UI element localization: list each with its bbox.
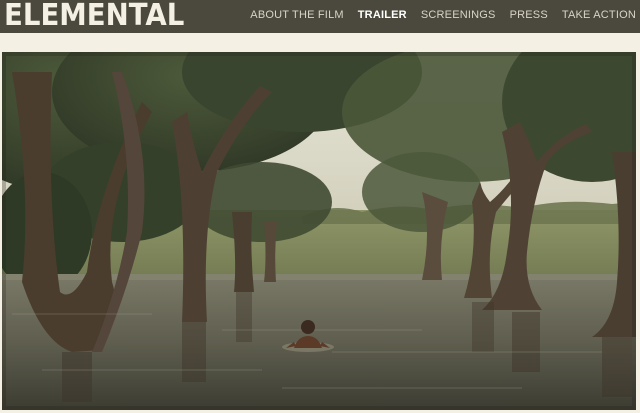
nav-take-action[interactable]: TAKE ACTION — [562, 9, 636, 21]
main-nav: ABOUT THE FILM TRAILER SCREENINGS PRESS … — [250, 0, 636, 29]
trailer-video-still[interactable] — [2, 52, 636, 410]
flooded-forest-image — [2, 52, 636, 410]
site-logo[interactable]: ELEMENTAL — [4, 0, 184, 34]
header-spacer — [0, 33, 640, 51]
nav-about-the-film[interactable]: ABOUT THE FILM — [250, 9, 343, 21]
header-bar: ELEMENTAL ABOUT THE FILM TRAILER SCREENI… — [0, 0, 640, 33]
page: ELEMENTAL ABOUT THE FILM TRAILER SCREENI… — [0, 0, 640, 413]
nav-screenings[interactable]: SCREENINGS — [421, 9, 496, 21]
nav-trailer[interactable]: TRAILER — [358, 9, 407, 21]
nav-press[interactable]: PRESS — [510, 9, 548, 21]
